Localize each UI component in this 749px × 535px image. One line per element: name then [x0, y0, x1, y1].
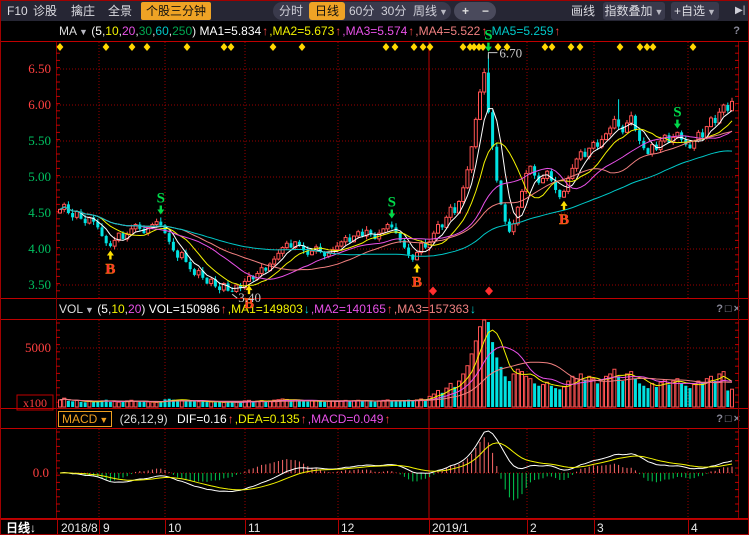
axis-text: 0.0	[33, 465, 49, 480]
month-separator	[245, 520, 246, 535]
month-label: 11	[248, 521, 260, 535]
signal-diamond-icon	[420, 43, 427, 51]
buy-marker: B	[105, 261, 115, 277]
axis-text: x100	[23, 396, 47, 410]
sell-marker: S	[484, 28, 492, 44]
signal-diamond-icon	[577, 43, 584, 51]
sell-marker: S	[388, 194, 396, 210]
signal-diamond-icon	[184, 43, 191, 51]
time-axis-bar: 日线↓ 2018/8 9 10 11 12 2019/1 2 3 4	[1, 519, 749, 535]
axis-text: 3.50	[28, 277, 51, 292]
volume-bars	[59, 320, 734, 407]
alert-diamond-icon	[485, 287, 493, 296]
chart-canvas[interactable]: 6.50 6.00 5.50 5.00 4.50 4.00 3.50 5000 0.0 x100 B…	[1, 1, 749, 535]
buy-arrow-icon	[561, 201, 568, 210]
signal-diamond-icon	[460, 43, 467, 51]
buy-marker: B	[412, 275, 422, 291]
dif-line	[60, 431, 732, 492]
month-label: 10	[168, 521, 181, 535]
month-separator	[338, 520, 339, 535]
alert-diamond-icon	[429, 287, 437, 296]
buy-marker: B	[559, 212, 569, 228]
signal-diamond-icon	[644, 43, 651, 51]
signal-diamond-icon	[427, 43, 434, 51]
stock-chart-window: + − ▶| F10诊股擒庄全景个股三分钟分时日线60分30分周线▼画线指数叠加…	[0, 0, 749, 535]
signal-diamond-icon	[392, 43, 399, 51]
signal-diamond-icon	[637, 43, 644, 51]
month-label: 2	[530, 521, 537, 535]
callout-line	[488, 53, 497, 59]
callout-line	[232, 294, 237, 298]
signal-diamond-icon	[690, 43, 697, 51]
dea-line	[60, 443, 732, 490]
timeframe-label[interactable]: 日线↓	[6, 521, 36, 535]
axis-text: 4.00	[28, 241, 51, 256]
sell-marker: S	[673, 105, 681, 121]
signal-diamond-icon	[57, 43, 64, 51]
candlesticks	[59, 55, 734, 294]
sell-marker: S	[157, 190, 165, 206]
month-label: 2018/8	[61, 521, 98, 535]
signal-diamond-icon	[144, 43, 151, 51]
month-separator	[594, 520, 595, 535]
sell-arrow-icon	[157, 205, 164, 214]
buy-arrow-icon	[414, 264, 421, 273]
signal-diamond-icon	[383, 43, 390, 51]
axis-text: 4.50	[28, 205, 51, 220]
month-separator	[527, 520, 528, 535]
axis-text: 5.00	[28, 169, 51, 184]
signal-diamond-icon	[221, 43, 228, 51]
axis-text: 3.40	[238, 290, 261, 305]
signal-diamond-icon	[228, 43, 235, 51]
month-label: 3	[597, 521, 604, 535]
month-label: 12	[341, 521, 354, 535]
month-separator	[429, 520, 430, 535]
axis-text: 6.70	[499, 46, 522, 61]
month-separator	[99, 520, 100, 535]
month-separator	[165, 520, 166, 535]
signal-diamond-icon	[299, 43, 306, 51]
buy-arrow-icon	[107, 250, 114, 259]
signal-diamond-icon	[129, 43, 136, 51]
sell-arrow-icon	[674, 120, 681, 129]
signal-diamond-icon	[617, 43, 624, 51]
axis-text: 6.00	[28, 97, 51, 112]
signal-diamond-icon	[650, 43, 657, 51]
month-label: 4	[691, 521, 698, 535]
signal-diamond-icon	[270, 43, 277, 51]
axis-text: 5.50	[28, 133, 51, 148]
signal-diamond-icon	[568, 43, 575, 51]
month-separator	[688, 520, 689, 535]
month-label: 9	[103, 521, 110, 535]
sell-arrow-icon	[388, 209, 395, 218]
month-label: 2019/1	[432, 521, 469, 535]
signal-diamond-icon	[542, 43, 549, 51]
signal-diamond-icon	[549, 43, 556, 51]
month-separator	[57, 520, 58, 535]
macd-histogram	[64, 437, 732, 500]
signal-diamond-icon	[411, 43, 418, 51]
signal-diamond-icon	[103, 43, 110, 51]
sell-arrow-icon	[485, 43, 492, 52]
axis-text: 6.50	[28, 61, 51, 76]
axis-text: 5000	[25, 340, 51, 355]
